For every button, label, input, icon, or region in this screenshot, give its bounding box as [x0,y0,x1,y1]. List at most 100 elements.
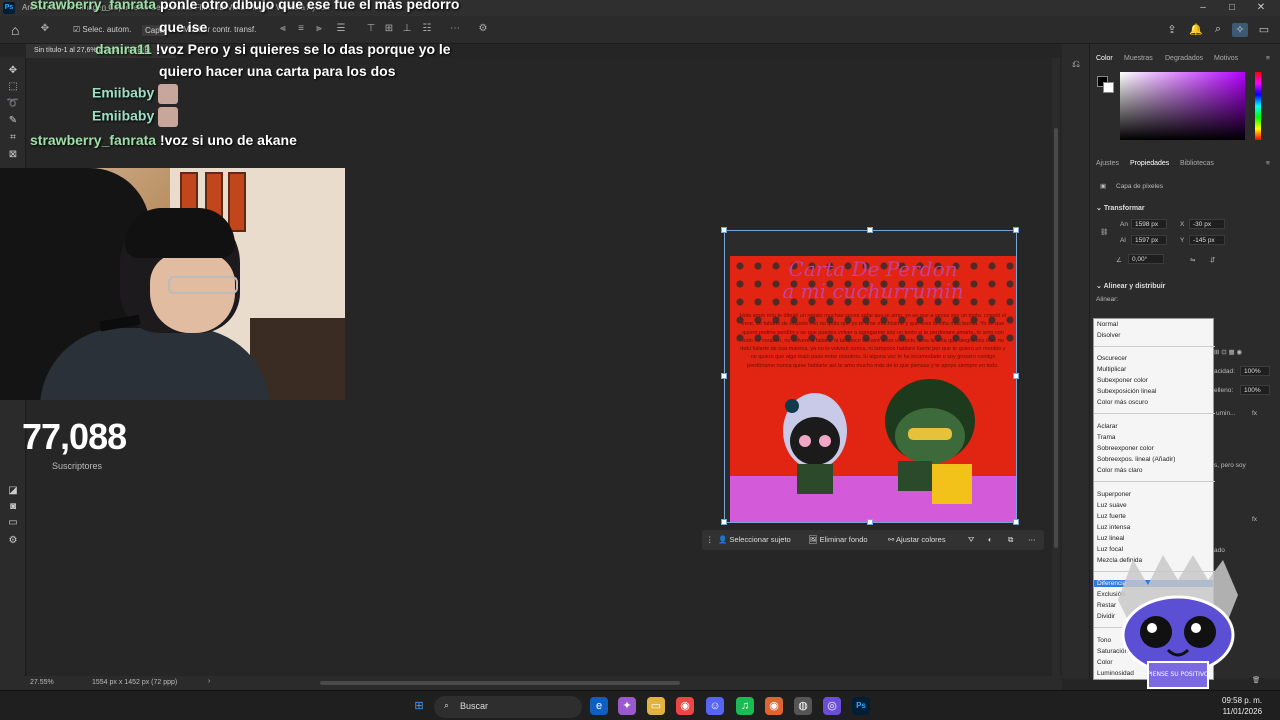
blend-option-linear-light[interactable]: Luz lineal [1097,535,1124,542]
blend-option-darken[interactable]: Oscurecer [1097,355,1127,362]
tab-patterns[interactable]: Motivos [1214,55,1238,62]
layer-filter-icons[interactable]: ⊞ ⊡ ▦ ◉ [1214,348,1242,356]
marquee-tool-icon[interactable]: ⬚ [5,80,21,94]
blend-option-lighten[interactable]: Aclarar [1097,423,1118,430]
obs-icon[interactable]: ◍ [794,697,812,715]
blend-option-normal[interactable]: Normal [1097,321,1118,328]
tab-properties[interactable]: Propiedades [1130,160,1169,167]
fill-field[interactable]: 100% [1240,385,1270,395]
x-field[interactable]: -30 px [1189,219,1225,229]
hue-slider[interactable] [1255,72,1261,140]
minimize-button[interactable]: – [1193,1,1213,15]
opacity-field[interactable]: 100% [1240,366,1270,376]
drag-handle-icon[interactable]: ⋮ [706,535,714,544]
fx-icon[interactable]: fx [1252,410,1257,417]
photoshop-taskbar-icon[interactable]: Ps [852,697,870,715]
edge-browser-icon[interactable]: e [590,697,608,715]
screen-mode-icon[interactable]: ▭ [5,516,21,530]
blend-option-darker-color[interactable]: Color más oscuro [1097,399,1148,406]
align-center-icon[interactable]: ≡ [294,23,308,37]
maximize-button[interactable]: □ [1222,1,1242,15]
canvas-horizontal-scrollbar[interactable] [320,681,680,685]
blend-option-hard-light[interactable]: Luz fuerte [1097,513,1126,520]
settings-gear-icon[interactable]: ⚙ [476,23,490,37]
distribute-vertical-icon[interactable]: ☷ [420,23,434,37]
blend-option-screen[interactable]: Trama [1097,434,1116,441]
transform-section-header[interactable]: ⌄ Transformar [1096,204,1145,212]
align-section-header[interactable]: ⌄ Alinear y distribuir [1096,282,1165,290]
notifications-bell-icon[interactable]: 🔔 [1188,23,1204,37]
layer-name-snippet[interactable]: umin... [1216,410,1236,417]
canvas-vertical-scrollbar[interactable] [1052,58,1060,676]
quick-select-tool-icon[interactable]: ✎ [5,114,21,128]
blend-option-linear-burn[interactable]: Subexposición lineal [1097,388,1156,395]
blend-option-vivid-light[interactable]: Luz intensa [1097,524,1130,531]
height-field[interactable]: 1597 px [1131,235,1167,245]
start-menu-icon[interactable]: ⊞ [410,697,428,715]
layer-text-snippet[interactable]: s, pero soy [1214,462,1246,469]
panel-menu-icon[interactable]: ≡ [1266,55,1270,62]
system-clock[interactable]: 09:58 p. m. 11/01/2026 [1222,695,1262,717]
align-left-icon[interactable]: ⫷ [276,23,290,37]
history-icon[interactable]: ⎌ [1068,58,1084,72]
fx-icon[interactable]: fx [1252,516,1257,523]
transform-icon[interactable]: ⧉ [1008,535,1013,545]
lasso-tool-icon[interactable]: ➰ [5,97,21,111]
tab-libraries[interactable]: Bibliotecas [1180,160,1214,167]
quick-mask-icon[interactable]: ◙ [5,500,21,514]
share-icon[interactable]: ⇪ [1164,23,1180,37]
delete-layer-icon[interactable]: 🗑 [1252,676,1260,684]
copilot-icon[interactable]: ✦ [618,697,636,715]
color-field[interactable] [1120,72,1245,140]
frame-tool-icon[interactable]: ⊠ [5,148,21,162]
transform-handle[interactable] [1013,227,1019,233]
transform-handle[interactable] [721,373,727,379]
align-right-icon[interactable]: ⫸ [312,23,326,37]
adjustment-icon[interactable]: ◐ [988,535,993,544]
align-bottom-icon[interactable]: ⊥ [400,23,414,37]
transform-handle[interactable] [1013,373,1019,379]
blend-option-linear-dodge[interactable]: Sobreexpos. lineal (Añadir) [1097,456,1175,463]
move-tool-icon[interactable]: ✥ [38,23,52,37]
crop-tool-icon[interactable]: ⌗ [5,131,21,145]
mask-icon[interactable]: ⛛ [968,535,974,545]
file-explorer-icon[interactable]: ▭ [647,697,665,715]
angle-field[interactable]: 0,00° [1128,254,1164,264]
y-field[interactable]: -145 px [1189,235,1225,245]
flip-horizontal-icon[interactable]: ⇋ [1190,256,1195,264]
transform-handle[interactable] [721,519,727,525]
select-subject-button[interactable]: 👤 Seleccionar sujeto [718,535,791,544]
zoom-level[interactable]: 27.55% [30,679,54,686]
document-size[interactable]: 1554 px x 1452 px (72 ppp) [92,679,177,686]
chrome-profile-icon[interactable]: ◉ [765,697,783,715]
edit-toolbar-icon[interactable]: ⚙ [5,534,21,548]
panel-menu-icon[interactable]: ≡ [1266,160,1270,167]
background-color-swatch[interactable] [1103,82,1114,93]
spotify-icon[interactable]: ♫ [736,697,754,715]
remove-background-button[interactable]: 🖼 Eliminar fondo [808,535,868,544]
move-tool-icon[interactable]: ✥ [5,64,21,78]
app-icon[interactable]: ◎ [823,697,841,715]
discord-icon[interactable]: ☺ [706,697,724,715]
align-top-icon[interactable]: ⊤ [364,23,378,37]
more-options-icon[interactable]: ⋯ [448,23,462,37]
width-field[interactable]: 1598 px [1131,219,1167,229]
transform-handle[interactable] [867,227,873,233]
more-icon[interactable]: ⋯ [1028,535,1036,544]
discover-icon[interactable]: ✧ [1232,23,1248,37]
search-icon[interactable]: ⌕ [1210,23,1226,37]
tab-adjustments[interactable]: Ajustes [1096,160,1119,167]
blend-option-lighter-color[interactable]: Color más claro [1097,467,1143,474]
close-window-button[interactable]: ✕ [1251,1,1271,15]
blend-option-dissolve[interactable]: Disolver [1097,332,1120,339]
taskbar-search-box[interactable]: ⌕ Buscar [434,696,582,718]
tab-gradients[interactable]: Degradados [1165,55,1203,62]
artwork-layer[interactable]: Carta De Perdon a mi cuchurrumin Hola am… [730,256,1016,522]
transform-handle[interactable] [1013,519,1019,525]
align-middle-icon[interactable]: ⊞ [382,23,396,37]
auto-select-checkbox[interactable]: ☑ Selec. autom. [73,25,131,34]
blend-option-overlay[interactable]: Superponer [1097,491,1131,498]
blend-option-color-burn[interactable]: Subexponer color [1097,377,1148,384]
distribute-icon[interactable]: ☰ [334,23,348,37]
chrome-icon[interactable]: ◉ [676,697,694,715]
